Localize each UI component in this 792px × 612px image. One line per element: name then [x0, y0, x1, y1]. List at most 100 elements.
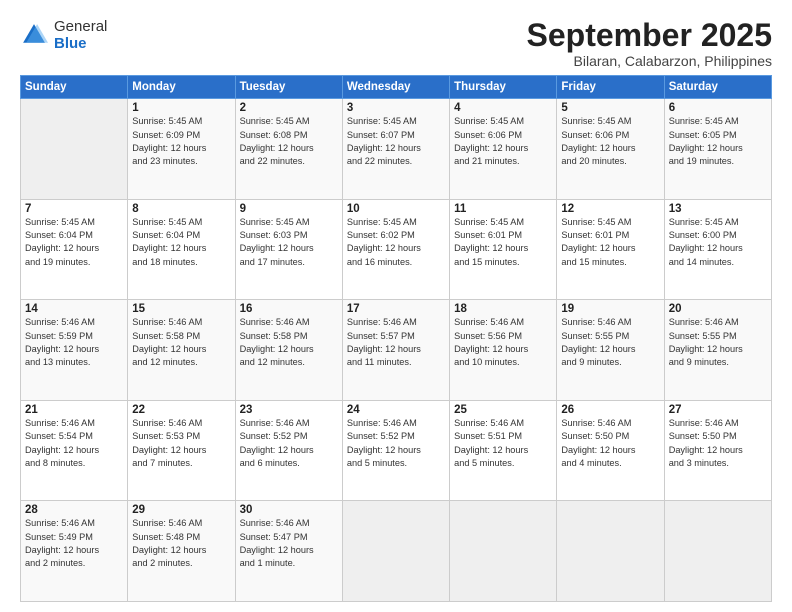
day-info: Sunrise: 5:46 AM Sunset: 5:56 PM Dayligh…	[454, 316, 552, 369]
day-number: 22	[132, 404, 230, 416]
day-info: Sunrise: 5:46 AM Sunset: 5:47 PM Dayligh…	[240, 517, 338, 570]
day-number: 28	[25, 504, 123, 516]
calendar-week-row: 14Sunrise: 5:46 AM Sunset: 5:59 PM Dayli…	[21, 300, 772, 401]
calendar-cell: 21Sunrise: 5:46 AM Sunset: 5:54 PM Dayli…	[21, 400, 128, 501]
calendar-cell: 12Sunrise: 5:45 AM Sunset: 6:01 PM Dayli…	[557, 199, 664, 300]
calendar-cell: 20Sunrise: 5:46 AM Sunset: 5:55 PM Dayli…	[664, 300, 771, 401]
day-number: 8	[132, 203, 230, 215]
day-number: 29	[132, 504, 230, 516]
day-info: Sunrise: 5:46 AM Sunset: 5:53 PM Dayligh…	[132, 417, 230, 470]
day-info: Sunrise: 5:46 AM Sunset: 5:52 PM Dayligh…	[240, 417, 338, 470]
weekday-header: Monday	[128, 76, 235, 99]
title-block: September 2025 Bilaran, Calabarzon, Phil…	[527, 18, 772, 69]
calendar-cell: 6Sunrise: 5:45 AM Sunset: 6:05 PM Daylig…	[664, 99, 771, 200]
logo: General Blue	[20, 18, 107, 53]
day-info: Sunrise: 5:45 AM Sunset: 6:00 PM Dayligh…	[669, 216, 767, 269]
subtitle: Bilaran, Calabarzon, Philippines	[527, 53, 772, 69]
calendar-cell: 10Sunrise: 5:45 AM Sunset: 6:02 PM Dayli…	[342, 199, 449, 300]
day-info: Sunrise: 5:45 AM Sunset: 6:05 PM Dayligh…	[669, 115, 767, 168]
calendar-cell: 8Sunrise: 5:45 AM Sunset: 6:04 PM Daylig…	[128, 199, 235, 300]
day-info: Sunrise: 5:46 AM Sunset: 5:58 PM Dayligh…	[132, 316, 230, 369]
weekday-header: Thursday	[450, 76, 557, 99]
day-info: Sunrise: 5:46 AM Sunset: 5:52 PM Dayligh…	[347, 417, 445, 470]
calendar-week-row: 7Sunrise: 5:45 AM Sunset: 6:04 PM Daylig…	[21, 199, 772, 300]
day-info: Sunrise: 5:45 AM Sunset: 6:06 PM Dayligh…	[561, 115, 659, 168]
calendar-cell	[450, 501, 557, 602]
day-number: 16	[240, 303, 338, 315]
calendar: SundayMondayTuesdayWednesdayThursdayFrid…	[20, 75, 772, 602]
calendar-cell	[664, 501, 771, 602]
day-info: Sunrise: 5:45 AM Sunset: 6:04 PM Dayligh…	[132, 216, 230, 269]
calendar-cell: 24Sunrise: 5:46 AM Sunset: 5:52 PM Dayli…	[342, 400, 449, 501]
calendar-cell: 13Sunrise: 5:45 AM Sunset: 6:00 PM Dayli…	[664, 199, 771, 300]
day-number: 11	[454, 203, 552, 215]
day-number: 12	[561, 203, 659, 215]
day-info: Sunrise: 5:45 AM Sunset: 6:07 PM Dayligh…	[347, 115, 445, 168]
day-info: Sunrise: 5:46 AM Sunset: 5:50 PM Dayligh…	[669, 417, 767, 470]
day-number: 18	[454, 303, 552, 315]
calendar-cell: 25Sunrise: 5:46 AM Sunset: 5:51 PM Dayli…	[450, 400, 557, 501]
day-number: 3	[347, 102, 445, 114]
day-number: 13	[669, 203, 767, 215]
logo-blue: Blue	[54, 35, 107, 52]
day-info: Sunrise: 5:45 AM Sunset: 6:01 PM Dayligh…	[561, 216, 659, 269]
day-number: 5	[561, 102, 659, 114]
calendar-cell: 27Sunrise: 5:46 AM Sunset: 5:50 PM Dayli…	[664, 400, 771, 501]
calendar-cell: 22Sunrise: 5:46 AM Sunset: 5:53 PM Dayli…	[128, 400, 235, 501]
calendar-cell: 9Sunrise: 5:45 AM Sunset: 6:03 PM Daylig…	[235, 199, 342, 300]
day-info: Sunrise: 5:45 AM Sunset: 6:06 PM Dayligh…	[454, 115, 552, 168]
day-number: 2	[240, 102, 338, 114]
calendar-cell: 23Sunrise: 5:46 AM Sunset: 5:52 PM Dayli…	[235, 400, 342, 501]
calendar-week-row: 21Sunrise: 5:46 AM Sunset: 5:54 PM Dayli…	[21, 400, 772, 501]
day-number: 24	[347, 404, 445, 416]
day-number: 9	[240, 203, 338, 215]
day-info: Sunrise: 5:46 AM Sunset: 5:51 PM Dayligh…	[454, 417, 552, 470]
day-info: Sunrise: 5:46 AM Sunset: 5:54 PM Dayligh…	[25, 417, 123, 470]
day-number: 26	[561, 404, 659, 416]
day-info: Sunrise: 5:46 AM Sunset: 5:55 PM Dayligh…	[669, 316, 767, 369]
day-info: Sunrise: 5:46 AM Sunset: 5:48 PM Dayligh…	[132, 517, 230, 570]
calendar-cell: 30Sunrise: 5:46 AM Sunset: 5:47 PM Dayli…	[235, 501, 342, 602]
weekday-header-row: SundayMondayTuesdayWednesdayThursdayFrid…	[21, 76, 772, 99]
day-info: Sunrise: 5:46 AM Sunset: 5:55 PM Dayligh…	[561, 316, 659, 369]
month-title: September 2025	[527, 18, 772, 53]
day-info: Sunrise: 5:46 AM Sunset: 5:49 PM Dayligh…	[25, 517, 123, 570]
day-info: Sunrise: 5:45 AM Sunset: 6:01 PM Dayligh…	[454, 216, 552, 269]
logo-icon	[20, 21, 48, 49]
logo-text: General Blue	[54, 18, 107, 53]
day-info: Sunrise: 5:46 AM Sunset: 5:59 PM Dayligh…	[25, 316, 123, 369]
day-number: 30	[240, 504, 338, 516]
day-info: Sunrise: 5:45 AM Sunset: 6:03 PM Dayligh…	[240, 216, 338, 269]
logo-general: General	[54, 18, 107, 35]
day-number: 23	[240, 404, 338, 416]
calendar-cell	[557, 501, 664, 602]
header: General Blue September 2025 Bilaran, Cal…	[20, 18, 772, 69]
day-number: 19	[561, 303, 659, 315]
calendar-cell	[21, 99, 128, 200]
day-info: Sunrise: 5:45 AM Sunset: 6:04 PM Dayligh…	[25, 216, 123, 269]
calendar-cell: 5Sunrise: 5:45 AM Sunset: 6:06 PM Daylig…	[557, 99, 664, 200]
day-info: Sunrise: 5:45 AM Sunset: 6:08 PM Dayligh…	[240, 115, 338, 168]
day-number: 21	[25, 404, 123, 416]
day-info: Sunrise: 5:46 AM Sunset: 5:58 PM Dayligh…	[240, 316, 338, 369]
weekday-header: Saturday	[664, 76, 771, 99]
day-number: 1	[132, 102, 230, 114]
calendar-week-row: 28Sunrise: 5:46 AM Sunset: 5:49 PM Dayli…	[21, 501, 772, 602]
calendar-cell: 1Sunrise: 5:45 AM Sunset: 6:09 PM Daylig…	[128, 99, 235, 200]
day-number: 25	[454, 404, 552, 416]
day-number: 14	[25, 303, 123, 315]
day-number: 6	[669, 102, 767, 114]
day-number: 15	[132, 303, 230, 315]
calendar-cell: 2Sunrise: 5:45 AM Sunset: 6:08 PM Daylig…	[235, 99, 342, 200]
calendar-cell: 17Sunrise: 5:46 AM Sunset: 5:57 PM Dayli…	[342, 300, 449, 401]
calendar-cell: 4Sunrise: 5:45 AM Sunset: 6:06 PM Daylig…	[450, 99, 557, 200]
day-number: 17	[347, 303, 445, 315]
calendar-cell: 7Sunrise: 5:45 AM Sunset: 6:04 PM Daylig…	[21, 199, 128, 300]
day-number: 20	[669, 303, 767, 315]
day-number: 10	[347, 203, 445, 215]
day-info: Sunrise: 5:45 AM Sunset: 6:09 PM Dayligh…	[132, 115, 230, 168]
day-info: Sunrise: 5:45 AM Sunset: 6:02 PM Dayligh…	[347, 216, 445, 269]
calendar-cell: 11Sunrise: 5:45 AM Sunset: 6:01 PM Dayli…	[450, 199, 557, 300]
calendar-cell: 18Sunrise: 5:46 AM Sunset: 5:56 PM Dayli…	[450, 300, 557, 401]
calendar-cell: 15Sunrise: 5:46 AM Sunset: 5:58 PM Dayli…	[128, 300, 235, 401]
